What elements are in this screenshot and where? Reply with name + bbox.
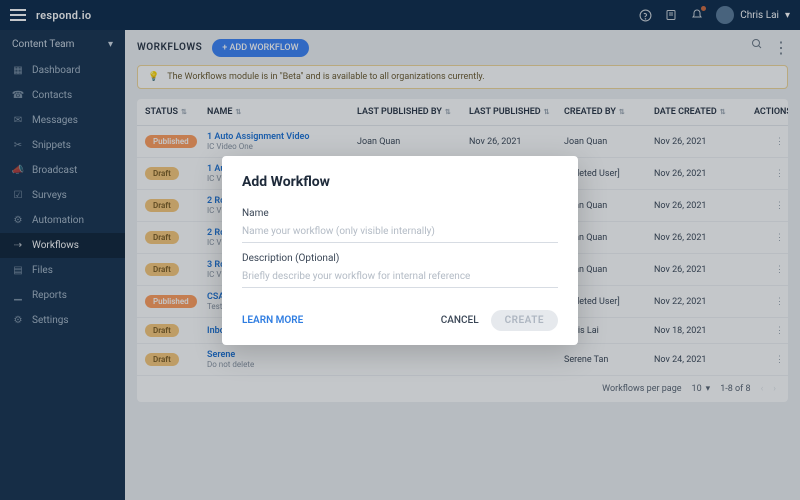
cancel-button[interactable]: CANCEL bbox=[441, 315, 479, 326]
description-input[interactable] bbox=[242, 266, 558, 288]
name-input[interactable] bbox=[242, 221, 558, 243]
modal-overlay[interactable]: Add Workflow Name Description (Optional)… bbox=[0, 0, 800, 500]
name-label: Name bbox=[242, 208, 558, 219]
description-label: Description (Optional) bbox=[242, 253, 558, 264]
learn-more-link[interactable]: LEARN MORE bbox=[242, 315, 303, 326]
add-workflow-modal: Add Workflow Name Description (Optional)… bbox=[222, 156, 578, 345]
create-button[interactable]: CREATE bbox=[491, 310, 558, 331]
modal-title: Add Workflow bbox=[242, 174, 558, 190]
